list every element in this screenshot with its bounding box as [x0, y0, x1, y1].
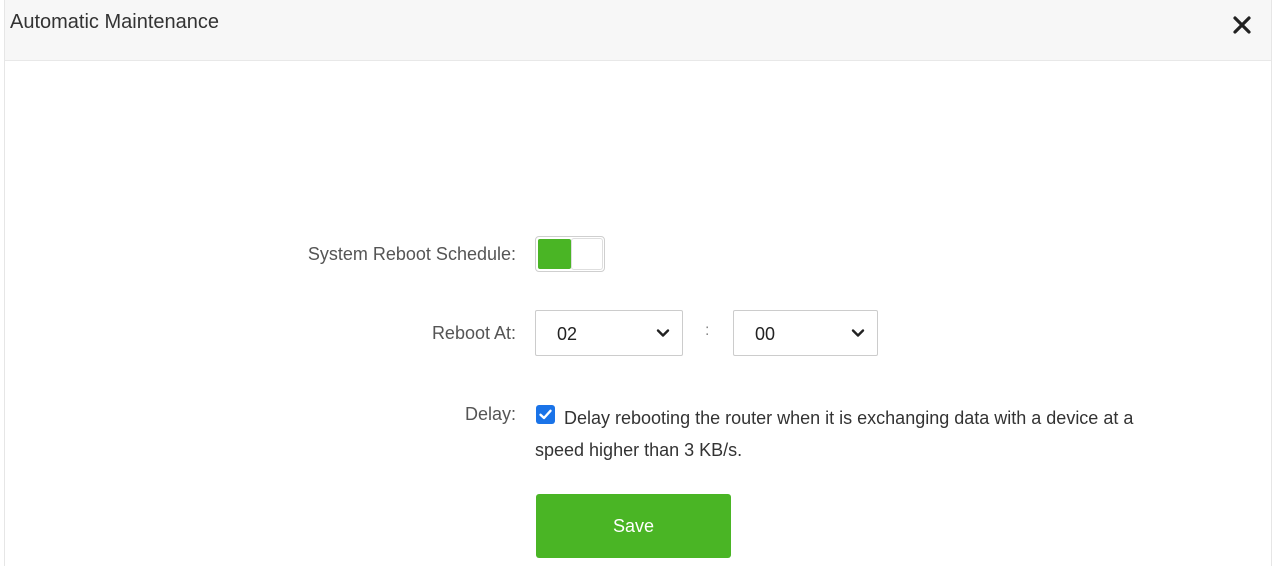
reboot-hour-select[interactable]: 02 — [535, 310, 683, 356]
dialog-title: Automatic Maintenance — [10, 11, 220, 33]
close-button[interactable] — [1229, 12, 1255, 38]
delay-label: Delay: — [464, 404, 516, 424]
time-separator: : — [705, 322, 710, 339]
reboot-schedule-toggle[interactable] — [535, 236, 605, 272]
chevron-down-icon — [851, 326, 865, 340]
automatic-maintenance-dialog: Automatic Maintenance System Reboot Sche… — [4, 0, 1272, 566]
reboot-schedule-label: System Reboot Schedule: — [307, 244, 516, 264]
toggle-knob — [571, 238, 603, 270]
chevron-down-icon — [656, 326, 670, 340]
reboot-minute-select[interactable]: 00 — [733, 310, 878, 356]
dialog-header: Automatic Maintenance — [5, 0, 1271, 61]
reboot-hour-value: 02 — [557, 324, 578, 344]
toggle-on-fill — [538, 239, 571, 269]
save-button[interactable]: Save — [536, 494, 731, 558]
delay-description: Delay rebooting the router when it is ex… — [535, 408, 1134, 460]
reboot-minute-value: 00 — [755, 324, 776, 344]
reboot-at-label: Reboot At: — [431, 323, 516, 343]
close-icon — [1233, 16, 1251, 34]
